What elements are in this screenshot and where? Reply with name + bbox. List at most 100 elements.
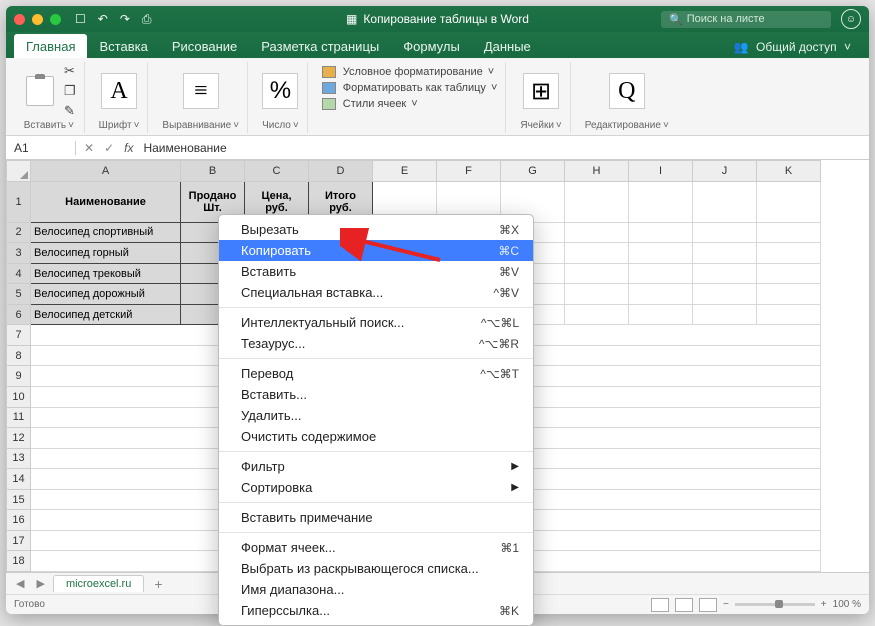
view-page-layout[interactable]	[675, 598, 693, 612]
cell[interactable]	[565, 222, 629, 243]
cell[interactable]	[629, 222, 693, 243]
cell[interactable]: Велосипед детский	[31, 304, 181, 325]
sheet-nav-prev[interactable]: ◀	[12, 577, 28, 590]
sheet-nav-next[interactable]: ▶	[32, 577, 48, 590]
ctx-format-cells[interactable]: Формат ячеек...⌘1	[219, 537, 533, 558]
row-header[interactable]: 9	[7, 366, 31, 387]
ctx-copy[interactable]: Копировать⌘C	[219, 240, 533, 261]
cell[interactable]	[693, 284, 757, 305]
fx-icon[interactable]: fx	[124, 141, 133, 155]
row-header[interactable]: 10	[7, 387, 31, 408]
name-box[interactable]: A1	[6, 141, 76, 155]
row-header[interactable]: 17	[7, 530, 31, 551]
search-input[interactable]: 🔍 Поиск на листе	[661, 11, 831, 28]
cells-icon[interactable]: ⊞	[523, 73, 559, 109]
cell[interactable]	[629, 243, 693, 264]
row-header[interactable]: 12	[7, 428, 31, 449]
row-header[interactable]: 15	[7, 489, 31, 510]
zoom-slider[interactable]	[735, 603, 815, 606]
maximize-window[interactable]	[50, 14, 61, 25]
cell[interactable]	[629, 181, 693, 222]
row-header[interactable]: 1	[7, 181, 31, 222]
row-header[interactable]: 5	[7, 284, 31, 305]
cell[interactable]: Велосипед трековый	[31, 263, 181, 284]
share-button[interactable]: 👥 Общий доступ ˅	[724, 36, 861, 58]
cut-icon[interactable]: ✂	[64, 63, 76, 79]
cell[interactable]	[693, 304, 757, 325]
row-header[interactable]: 3	[7, 243, 31, 264]
format-as-table[interactable]: Форматировать как таблицу ˅	[322, 80, 498, 96]
tab-insert[interactable]: Вставка	[87, 34, 159, 58]
cancel-formula-icon[interactable]: ✕	[84, 141, 94, 155]
cell[interactable]	[757, 243, 821, 264]
ctx-pick-dropdown[interactable]: Выбрать из раскрывающегося списка...	[219, 558, 533, 579]
ctx-insert-comment[interactable]: Вставить примечание	[219, 507, 533, 528]
sheet-tab[interactable]: microexcel.ru	[53, 575, 144, 592]
user-menu[interactable]: ☺	[841, 9, 861, 29]
copy-icon[interactable]: ❐	[64, 83, 76, 99]
minimize-window[interactable]	[32, 14, 43, 25]
col-header[interactable]: F	[437, 161, 501, 182]
cell[interactable]	[757, 284, 821, 305]
cell[interactable]	[629, 304, 693, 325]
conditional-formatting[interactable]: Условное форматирование ˅	[322, 64, 495, 80]
cell[interactable]	[565, 181, 629, 222]
cell[interactable]	[693, 243, 757, 264]
add-sheet[interactable]: +	[148, 576, 168, 592]
format-painter-icon[interactable]: ✎	[64, 103, 76, 119]
zoom-level[interactable]: 100 %	[833, 599, 861, 610]
cell[interactable]	[757, 222, 821, 243]
col-header[interactable]: K	[757, 161, 821, 182]
zoom-out[interactable]: −	[723, 599, 729, 610]
col-header[interactable]: G	[501, 161, 565, 182]
cell[interactable]: Велосипед горный	[31, 243, 181, 264]
cell[interactable]	[629, 263, 693, 284]
ctx-sort[interactable]: Сортировка▶	[219, 477, 533, 498]
ctx-filter[interactable]: Фильтр▶	[219, 456, 533, 477]
tab-data[interactable]: Данные	[472, 34, 543, 58]
ctx-hyperlink[interactable]: Гиперссылка...⌘K	[219, 600, 533, 621]
save-icon[interactable]: ☐	[75, 12, 86, 27]
tab-draw[interactable]: Рисование	[160, 34, 249, 58]
select-all-corner[interactable]	[7, 161, 31, 182]
row-header[interactable]: 8	[7, 345, 31, 366]
ctx-translate[interactable]: Перевод^⌥⌘T	[219, 363, 533, 384]
tab-layout[interactable]: Разметка страницы	[249, 34, 391, 58]
undo-icon[interactable]: ↶	[98, 12, 108, 27]
ctx-paste-special[interactable]: Специальная вставка...^⌘V	[219, 282, 533, 303]
ctx-smart-lookup[interactable]: Интеллектуальный поиск...^⌥⌘L	[219, 312, 533, 333]
row-header[interactable]: 6	[7, 304, 31, 325]
row-header[interactable]: 13	[7, 448, 31, 469]
cell-styles[interactable]: Стили ячеек ˅	[322, 96, 418, 112]
tab-formulas[interactable]: Формулы	[391, 34, 472, 58]
ctx-thesaurus[interactable]: Тезаурус...^⌥⌘R	[219, 333, 533, 354]
align-icon[interactable]: ≡	[183, 73, 219, 109]
col-header[interactable]: A	[31, 161, 181, 182]
ctx-paste[interactable]: Вставить⌘V	[219, 261, 533, 282]
col-header[interactable]: J	[693, 161, 757, 182]
ctx-insert[interactable]: Вставить...	[219, 384, 533, 405]
col-header[interactable]: I	[629, 161, 693, 182]
cell[interactable]	[693, 222, 757, 243]
ctx-delete[interactable]: Удалить...	[219, 405, 533, 426]
row-header[interactable]: 4	[7, 263, 31, 284]
row-header[interactable]: 11	[7, 407, 31, 428]
editing-icon[interactable]: Q	[609, 73, 645, 109]
view-normal[interactable]	[651, 598, 669, 612]
tab-home[interactable]: Главная	[14, 34, 87, 58]
cell[interactable]: Велосипед дорожный	[31, 284, 181, 305]
zoom-in[interactable]: +	[821, 599, 827, 610]
cell[interactable]	[693, 263, 757, 284]
number-icon[interactable]: %	[262, 73, 298, 109]
redo-icon[interactable]: ↷	[120, 12, 130, 27]
cell[interactable]	[693, 181, 757, 222]
cell[interactable]	[565, 304, 629, 325]
view-page-break[interactable]	[699, 598, 717, 612]
cell[interactable]	[757, 263, 821, 284]
cell[interactable]	[565, 284, 629, 305]
col-header[interactable]: D	[309, 161, 373, 182]
close-window[interactable]	[14, 14, 25, 25]
ctx-clear[interactable]: Очистить содержимое	[219, 426, 533, 447]
col-header[interactable]: E	[373, 161, 437, 182]
cell[interactable]	[757, 304, 821, 325]
